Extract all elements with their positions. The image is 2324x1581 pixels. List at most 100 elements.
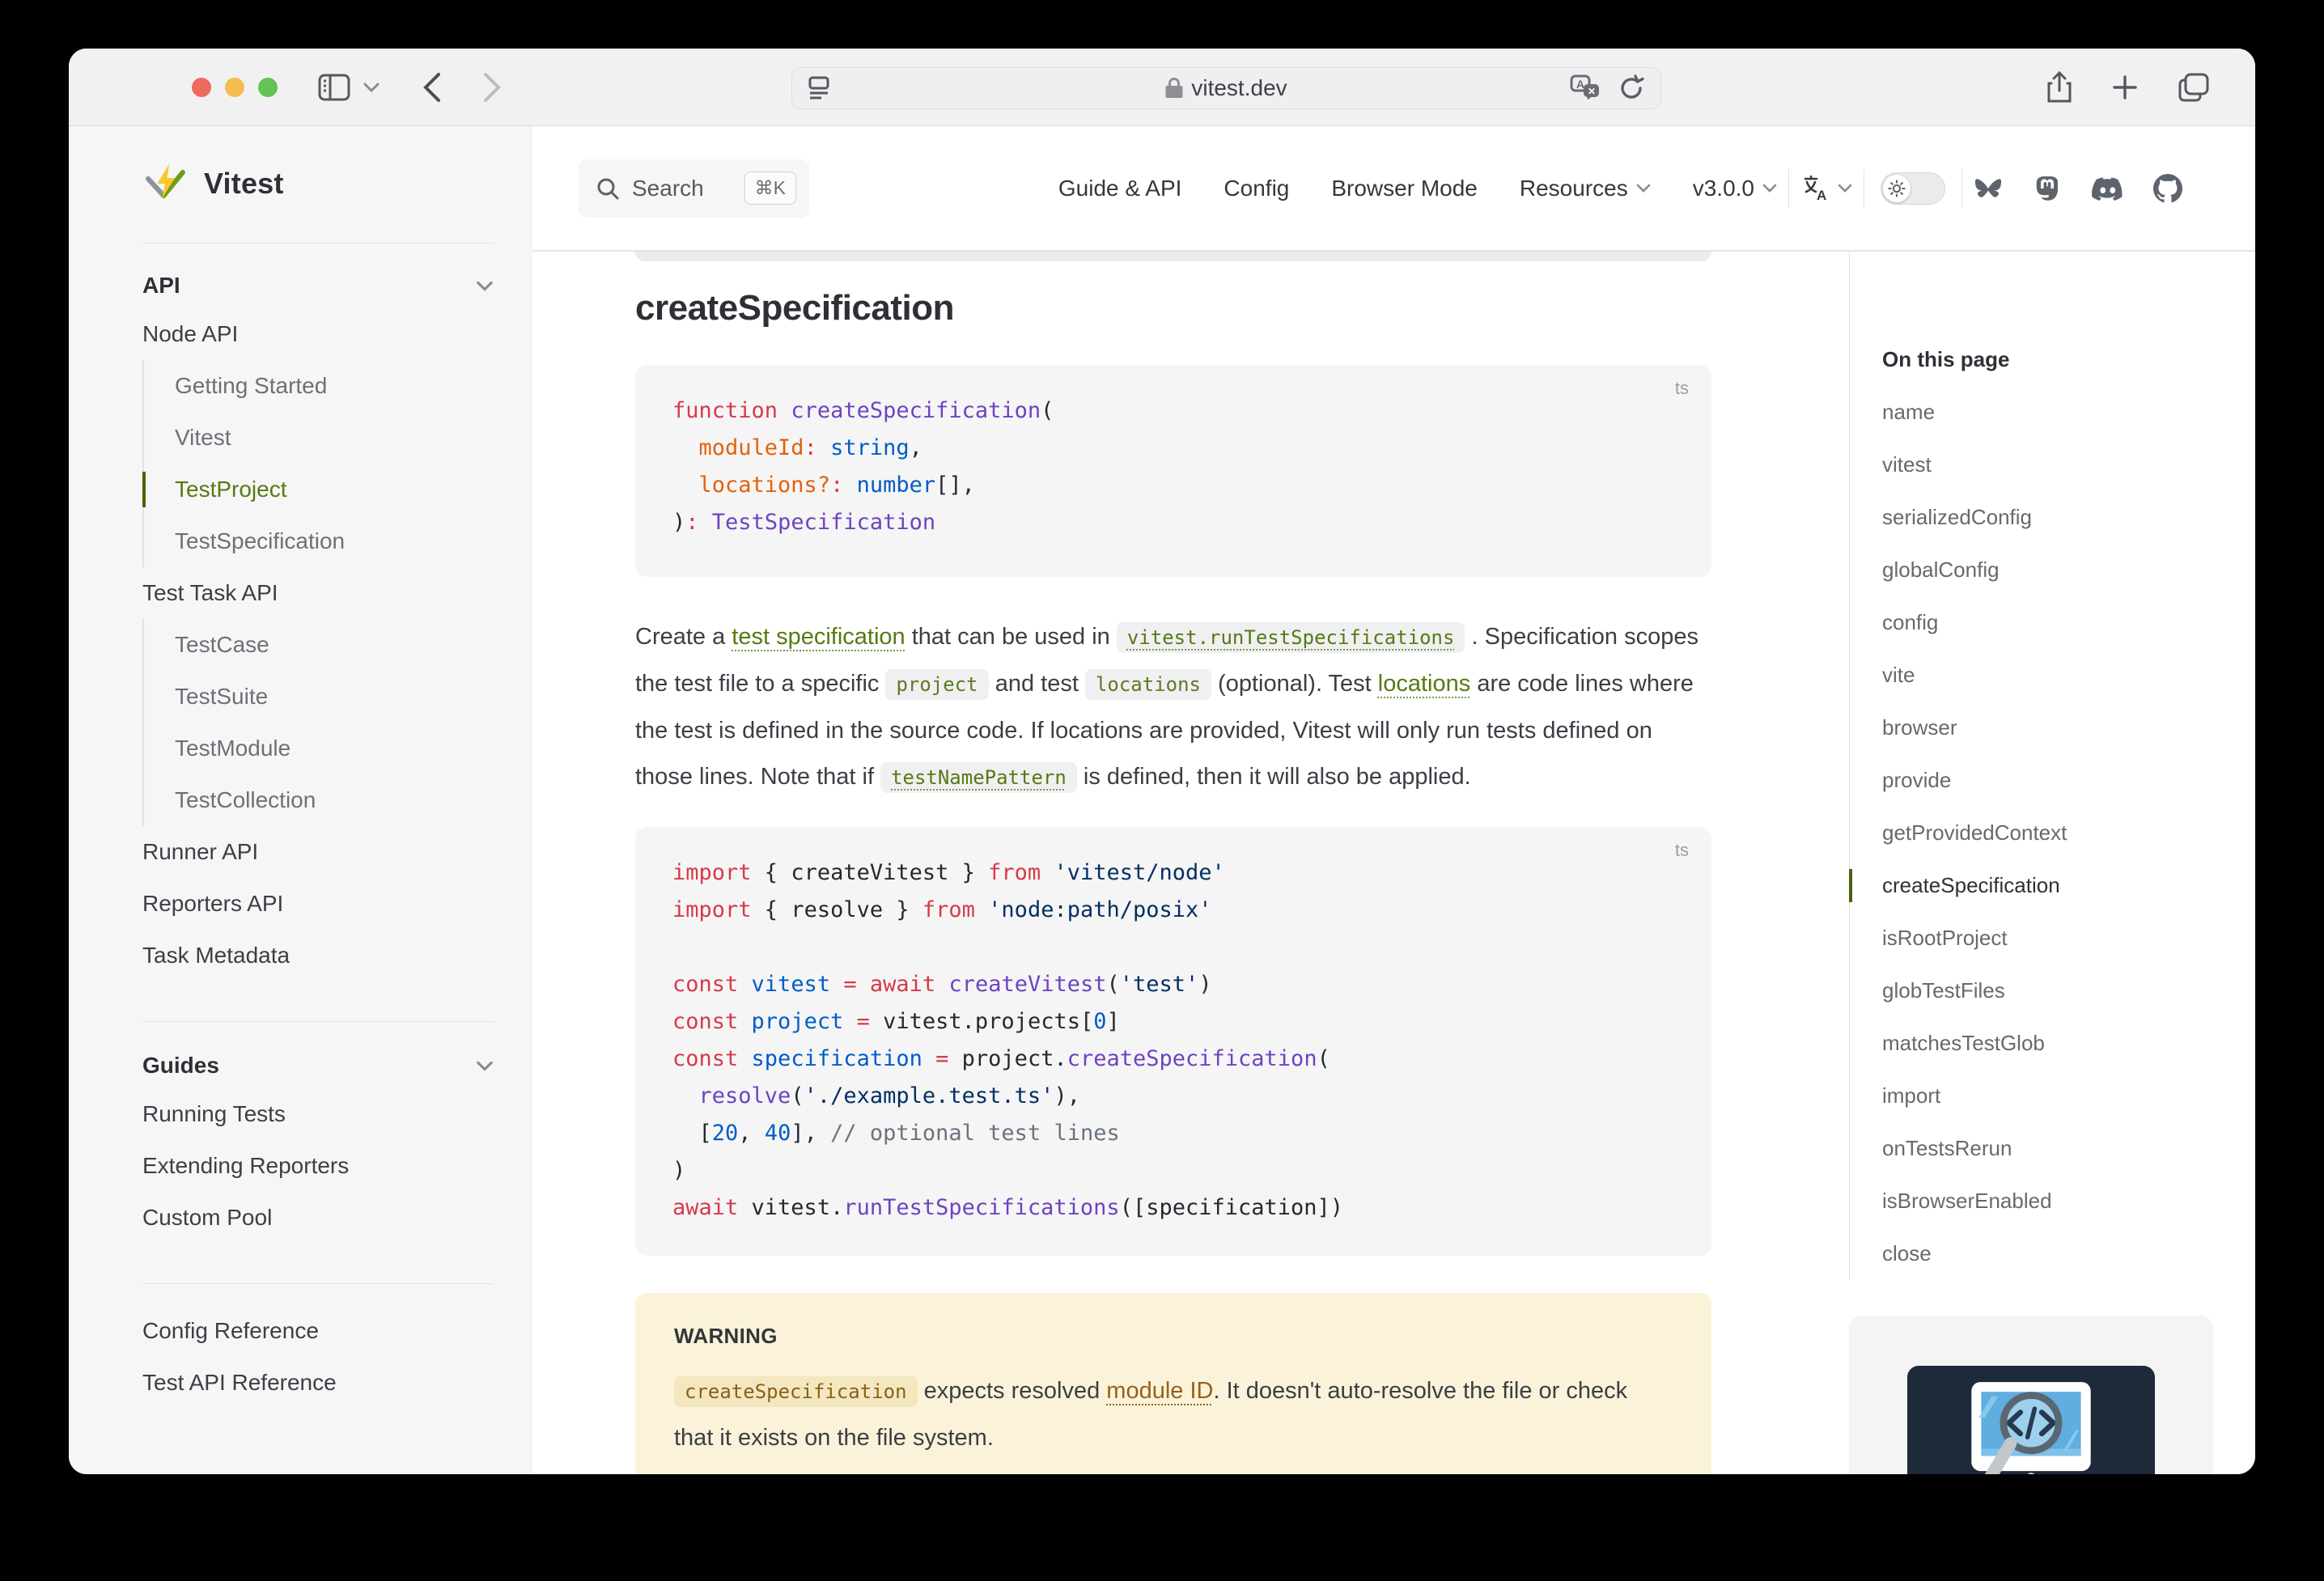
code-line: const specification = project.createSpec… <box>672 1041 1687 1078</box>
sidebar-item-runner-api[interactable]: Runner API <box>142 826 494 878</box>
sidebar-item-testproject[interactable]: TestProject <box>144 464 494 515</box>
sidebar-item-extending-reporters[interactable]: Extending Reporters <box>142 1140 494 1192</box>
nav-link-label: Config <box>1223 176 1289 201</box>
sidebar-section-api[interactable]: API <box>142 263 494 308</box>
nav-link-browser-mode[interactable]: Browser Mode <box>1331 176 1478 201</box>
sidebar-item-test-task-api[interactable]: Test Task API <box>142 567 494 619</box>
toc-item-vitest[interactable]: vitest <box>1882 439 2221 491</box>
code-line <box>672 929 1687 966</box>
url-host: vitest.dev <box>1191 75 1287 101</box>
sidebar-item-getting-started[interactable]: Getting Started <box>144 360 494 412</box>
code-line: const vitest = await createVitest('test'… <box>672 966 1687 1003</box>
page-header: Search ⌘K Guide & API Config Browser Mode R… <box>532 126 2255 252</box>
toc-item-provide[interactable]: provide <box>1882 754 2221 807</box>
search-icon <box>596 177 619 200</box>
nav-link-resources[interactable]: Resources <box>1520 176 1651 201</box>
code-line: ): TestSpecification <box>672 504 1687 541</box>
sidebar-item-reporters-api[interactable]: Reporters API <box>142 878 494 930</box>
sidebar-divider <box>142 1244 494 1284</box>
top-nav: Guide & API Config Browser Mode Resources v3… <box>1058 176 1777 201</box>
toc-item-isbrowserenabled[interactable]: isBrowserEnabled <box>1882 1175 2221 1227</box>
sidebar-section-guides[interactable]: Guides <box>142 1043 494 1088</box>
theme-toggle[interactable] <box>1881 172 1945 205</box>
sidebar-item-vitest[interactable]: Vitest <box>144 412 494 464</box>
tab-overview-icon[interactable] <box>2178 72 2210 103</box>
toc-item-isrootproject[interactable]: isRootProject <box>1882 912 2221 964</box>
sidebar: Vitest APINode APIGetting StartedVitestT… <box>69 126 532 1474</box>
search-label: Search <box>632 176 704 201</box>
toc-item-globtestfiles[interactable]: globTestFiles <box>1882 964 2221 1017</box>
sidebar-item-test-api-reference[interactable]: Test API Reference <box>142 1357 494 1409</box>
site-logo[interactable]: Vitest <box>142 157 494 210</box>
sidebar-toggle-icon[interactable] <box>318 74 350 101</box>
code-line: import { createVitest } from 'vitest/nod… <box>672 854 1687 892</box>
discord-icon[interactable] <box>2092 176 2123 201</box>
sidebar-item-testcollection[interactable]: TestCollection <box>144 774 494 826</box>
code-block-signature: ts function createSpecification( moduleI… <box>635 365 1711 577</box>
vitest-logo-icon <box>142 161 188 206</box>
inline-link[interactable]: module ID <box>1106 1378 1213 1404</box>
table-of-contents: On this page namevitestserializedConfigg… <box>1849 252 2221 1474</box>
code-line: await vitest.runTestSpecifications([spec… <box>672 1189 1687 1227</box>
forward-button[interactable] <box>483 49 501 126</box>
sidebar-item-testcase[interactable]: TestCase <box>144 619 494 671</box>
share-icon[interactable] <box>2046 71 2072 104</box>
search-shortcut: ⌘K <box>744 172 796 205</box>
toc-item-config[interactable]: config <box>1882 596 2221 649</box>
inline-link[interactable]: locations <box>1378 671 1470 697</box>
address-bar[interactable]: vitest.dev A ✕ <box>791 67 1661 109</box>
inline-code: locations <box>1085 669 1211 700</box>
zoom-window-button[interactable] <box>258 78 278 97</box>
header-divider <box>1788 169 1789 208</box>
sidebar-item-node-api[interactable]: Node API <box>142 308 494 360</box>
sidebar-item-task-metadata[interactable]: Task Metadata <box>142 930 494 981</box>
back-button[interactable] <box>423 49 441 126</box>
new-tab-icon[interactable] <box>2111 74 2139 101</box>
toc-item-close[interactable]: close <box>1882 1227 2221 1280</box>
nav-link-config[interactable]: Config <box>1223 176 1289 201</box>
sidebar-item-testmodule[interactable]: TestModule <box>144 723 494 774</box>
nav-link-v3-0-0[interactable]: v3.0.0 <box>1693 176 1777 201</box>
sidebar-item-custom-pool[interactable]: Custom Pool <box>142 1192 494 1244</box>
sidebar-item-testspecification[interactable]: TestSpecification <box>144 515 494 567</box>
toc-item-getprovidedcontext[interactable]: getProvidedContext <box>1882 807 2221 859</box>
language-menu[interactable]: A <box>1800 174 1852 203</box>
toc-item-browser[interactable]: browser <box>1882 701 2221 754</box>
minimize-window-button[interactable] <box>225 78 244 97</box>
inline-code-link[interactable]: vitest.runTestSpecifications <box>1117 622 1465 653</box>
chevron-down-icon <box>1762 184 1777 193</box>
nav-link-guide-api[interactable]: Guide & API <box>1058 176 1182 201</box>
inline-code-link[interactable]: testNamePattern <box>880 762 1077 793</box>
sidebar-menu-chevron-icon[interactable] <box>363 83 380 92</box>
sidebar-item-testsuite[interactable]: TestSuite <box>144 671 494 723</box>
code-line: import { resolve } from 'node:path/posix… <box>672 892 1687 929</box>
inline-code: project <box>885 669 988 700</box>
svg-text:A: A <box>1817 188 1826 203</box>
bluesky-icon[interactable] <box>1974 176 2003 201</box>
close-window-button[interactable] <box>192 78 211 97</box>
chevron-down-icon <box>476 1061 494 1071</box>
toc-item-globalconfig[interactable]: globalConfig <box>1882 544 2221 596</box>
inline-code: createSpecification <box>674 1376 918 1407</box>
github-icon[interactable] <box>2153 174 2182 203</box>
code-line: const project = vitest.projects[0] <box>672 1003 1687 1041</box>
toc-item-name[interactable]: name <box>1882 386 2221 439</box>
warning-callout: WARNING createSpecification expects reso… <box>635 1293 1711 1474</box>
toc-item-createspecification[interactable]: createSpecification <box>1882 859 2221 912</box>
sidebar-item-running-tests[interactable]: Running Tests <box>142 1088 494 1140</box>
toc-item-serializedconfig[interactable]: serializedConfig <box>1882 491 2221 544</box>
sponsor-ad-card[interactable] <box>1849 1316 2213 1474</box>
social-links <box>1974 174 2182 203</box>
sidebar-divider <box>142 981 494 1022</box>
search-button[interactable]: Search ⌘K <box>579 159 809 218</box>
inline-link[interactable]: test specification <box>732 624 905 650</box>
toc-item-matchestestglob[interactable]: matchesTestGlob <box>1882 1017 2221 1070</box>
toc-title: On this page <box>1882 347 2221 371</box>
toc-item-import[interactable]: import <box>1882 1070 2221 1122</box>
sidebar-item-config-reference[interactable]: Config Reference <box>142 1305 494 1357</box>
toc-item-vite[interactable]: vite <box>1882 649 2221 701</box>
sidebar-sublist: TestCaseTestSuiteTestModuleTestCollectio… <box>142 619 494 826</box>
toc-item-ontestsrerun[interactable]: onTestsRerun <box>1882 1122 2221 1175</box>
nav-link-label: Guide & API <box>1058 176 1182 201</box>
mastodon-icon[interactable] <box>2034 175 2061 202</box>
